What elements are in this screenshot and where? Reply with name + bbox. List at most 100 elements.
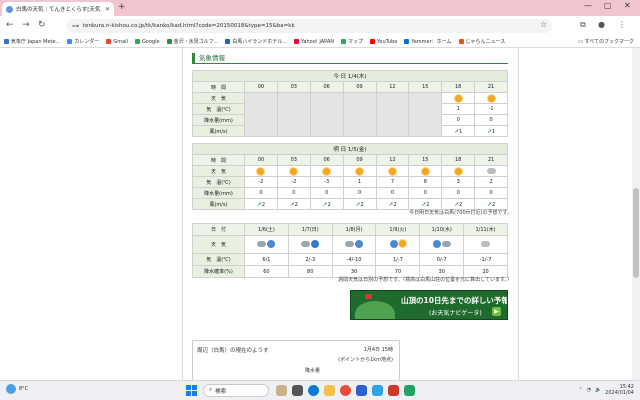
bookmark-star-icon[interactable]: ☆ [540, 20, 547, 29]
address-bar[interactable]: ⊶ tenkura.n-kishou.co.jp/tk/kanko/kad.ht… [66, 19, 552, 33]
minimize-icon[interactable]: — [584, 1, 592, 10]
wind-cell: ➚2 [441, 198, 476, 210]
wind-cell: ➚1 [474, 125, 508, 137]
new-tab-button[interactable]: + [118, 2, 126, 12]
forward-icon[interactable]: → [22, 20, 30, 30]
precip-cell: 0 [474, 114, 508, 126]
edge-icon[interactable] [308, 385, 319, 396]
mountain-icon [355, 301, 395, 319]
detailed-forecast-banner[interactable]: 山頂の10日先までの詳しい予報 (お天気ナビゲータ) ▶ [350, 290, 508, 320]
cloud-icon [257, 241, 267, 247]
volume-icon[interactable]: 🔈 [595, 387, 601, 393]
precip-cell: 0 [244, 187, 278, 199]
weather-widget[interactable]: 8°C [6, 384, 28, 394]
excel-icon[interactable] [404, 385, 415, 396]
hour-cell: 18 [441, 81, 476, 93]
powerpoint-icon[interactable] [388, 385, 399, 396]
wind-cell: ➚2 [276, 198, 311, 210]
chevron-up-icon[interactable]: ⌃ [578, 387, 582, 393]
store-icon[interactable] [372, 385, 383, 396]
past-cell [342, 92, 377, 137]
today-caption: 今 日 1/4(木) [192, 70, 508, 82]
row-label: 降水量(mm) [192, 114, 245, 126]
bookmark-item[interactable]: YouTube [370, 39, 397, 45]
hour-cell: 00 [244, 154, 278, 166]
precip-cell: 0 [276, 187, 311, 199]
task-view-icon[interactable] [292, 385, 303, 396]
extensions-icon[interactable]: ⧉ [580, 20, 586, 30]
browser-tab[interactable]: 白馬の天気｜てんきとくらす[天気 ✕ [2, 2, 114, 16]
temp-cell: 7 [375, 176, 410, 188]
back-icon[interactable]: ← [6, 20, 14, 30]
browser-toolbar: ← → ↻ ⊶ tenkura.n-kishou.co.jp/tk/kanko/… [0, 16, 640, 36]
wind-cell: ➚1 [441, 125, 476, 137]
clock[interactable]: 15:42 2024/01/04 [605, 384, 634, 396]
weather-cell [375, 165, 410, 177]
bookmark-item[interactable]: Google [134, 39, 160, 45]
bookmark-item[interactable]: カレンダー [67, 38, 99, 45]
bookmark-item[interactable]: 白馬ハイランドホテル... [225, 38, 287, 45]
tab-bar: 白馬の天気｜てんきとくらす[天気 ✕ + — ▢ ✕ [0, 0, 640, 16]
weather-cell [287, 235, 333, 254]
taskbar-search[interactable]: ⌕ 検索 [203, 384, 269, 397]
close-window-icon[interactable]: ✕ [624, 1, 631, 10]
content-border-left [182, 48, 183, 380]
weather-cell [276, 165, 311, 177]
menu-icon[interactable]: ⋮ [618, 20, 626, 29]
page-viewport: 気象情報 今 日 1/4(木) 時 間 00 03 06 09 12 15 18… [0, 48, 640, 380]
bookmark-item[interactable]: じゃらんニュース [458, 38, 505, 45]
windows-taskbar: 8°C ⌕ 検索 ⌃ ◔ 🔈 15:42 2024/01/04 [0, 380, 640, 400]
hour-cell: 06 [309, 154, 344, 166]
weather-cell [441, 92, 476, 104]
start-button[interactable] [186, 385, 197, 396]
row-label: 時 間 [192, 81, 245, 93]
row-label: 風(m/s) [192, 198, 245, 210]
scrollbar-thumb[interactable] [633, 188, 639, 278]
precip-cell: 0 [441, 187, 476, 199]
precip-cell: 0 [342, 187, 377, 199]
current-conditions-box: 周辺（白馬）の現在のようす 1月4日 15時 (ポイントから1km地点) 降水量 [192, 340, 400, 380]
banner-subtitle: (お天気ナビゲータ) [429, 310, 482, 317]
weekly-note: 週間天気は日別の予想です。（標高は白馬山荘の位置を元に算出しています。） [338, 277, 512, 283]
wifi-icon[interactable]: ◔ [587, 387, 591, 393]
weather-cell [441, 165, 476, 177]
obs-title: 周辺（白馬）の現在のようす [197, 348, 269, 354]
temp-cell: 1 [441, 103, 476, 115]
bookmark-item[interactable]: マップ [341, 38, 363, 45]
reload-icon[interactable]: ↻ [38, 20, 46, 30]
play-icon: ▶ [492, 307, 501, 316]
maximize-icon[interactable]: ▢ [604, 1, 612, 10]
widget-app-icon[interactable] [276, 385, 287, 396]
close-tab-icon[interactable]: ✕ [105, 6, 110, 13]
hour-cell: 12 [375, 81, 410, 93]
clock-date: 2024/01/04 [605, 390, 634, 396]
sun-icon [398, 240, 406, 247]
profile-icon[interactable]: ● [598, 20, 605, 29]
wind-cell: ➚2 [408, 198, 443, 210]
weather-temp: 8°C [19, 386, 29, 392]
today-forecast-table: 今 日 1/4(木) 時 間 00 03 06 09 12 15 18 21 天… [192, 70, 508, 137]
bookmark-item[interactable]: 気象庁 Japan Mete... [4, 38, 60, 45]
date-cell: 1/11(木) [463, 223, 508, 236]
wind-cell: ➚2 [309, 198, 344, 210]
file-explorer-icon[interactable] [324, 385, 335, 396]
bookmark-item[interactable]: 金沢・氷見ゴルフ... [166, 38, 218, 45]
bookmark-item[interactable]: Yahoo! JAPAN [294, 39, 334, 45]
umbrella-icon [267, 240, 276, 248]
site-info-icon[interactable]: ⊶ [72, 22, 79, 30]
forecast-note: 今日明日天気は白馬(700m付近)の予想です。 [409, 210, 512, 216]
outlook-icon[interactable] [356, 385, 367, 396]
hour-cell: 09 [342, 154, 377, 166]
bookmark-item[interactable]: Gmail [106, 39, 128, 45]
chrome-icon[interactable] [340, 385, 351, 396]
sun-icon [388, 167, 396, 175]
temp-cell: 3 [441, 176, 476, 188]
all-bookmarks-folder[interactable]: ▭ すべてのブックマーク [578, 38, 634, 45]
past-cell [375, 92, 410, 137]
sun-icon [290, 167, 298, 175]
sun-icon [454, 94, 462, 102]
row-label: 風(m/s) [192, 125, 245, 137]
weather-cell [408, 165, 443, 177]
row-label: 日 付 [192, 223, 245, 236]
bookmark-item[interactable]: Yammer：ホーム [404, 38, 452, 45]
